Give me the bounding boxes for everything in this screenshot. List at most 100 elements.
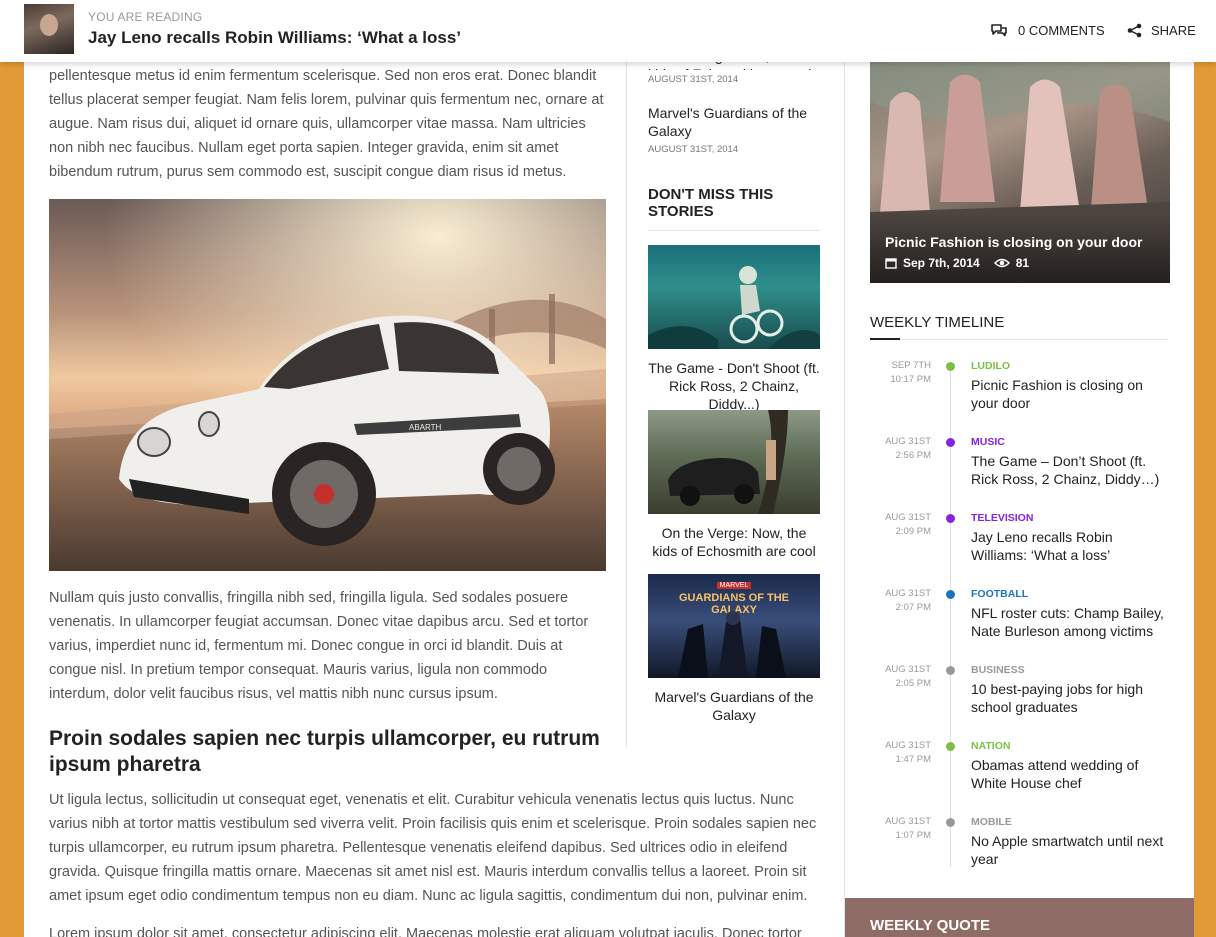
- comments-label: 0 COMMENTS: [1018, 22, 1105, 38]
- timeline-dot: [946, 666, 955, 675]
- weekly-quote-box: WEEKLY QUOTE: [845, 898, 1194, 937]
- timeline-category[interactable]: NATION: [971, 740, 1010, 752]
- timeline-dot: [946, 514, 955, 523]
- timeline-day: AUG 31ST: [885, 512, 931, 523]
- timeline-item[interactable]: AUG 31ST 2:56 PM MUSIC The Game – Don’t S…: [870, 435, 1170, 511]
- featured-post-meta: Sep 7th, 2014 81: [885, 256, 1029, 270]
- featured-post-views: 81: [1015, 256, 1030, 270]
- weekly-timeline-heading: WEEKLY TIMELINE: [870, 314, 1005, 331]
- article-subheading: Proin sodales sapien nec turpis ullamcor…: [49, 727, 600, 776]
- timeline-item[interactable]: AUG 31ST 1:07 PM MOBILE No Apple smartwat…: [870, 815, 1170, 891]
- timeline-headline[interactable]: No Apple smartwatch until next year: [971, 832, 1169, 868]
- timeline-item[interactable]: AUG 31ST 2:07 PM FOOTBALL NFL roster cuts…: [870, 587, 1170, 663]
- story-image[interactable]: [648, 245, 820, 349]
- timeline-dot: [946, 818, 955, 827]
- article-paragraph: Lorem ipsum dolor sit amet, consectetur …: [49, 926, 802, 937]
- story-caption[interactable]: On the Verge: Now, the kids of Echosmith…: [648, 524, 820, 560]
- story-image[interactable]: MARVEL GUARDIANS OF THE GALAXY: [648, 574, 820, 678]
- related-post-date: AUGUST 31ST, 2014: [648, 74, 739, 85]
- timeline-category[interactable]: BUSINESS: [971, 664, 1025, 676]
- related-post-title[interactable]: Marvel's Guardians of the Galaxy: [648, 104, 820, 140]
- timeline-day: AUG 31ST: [885, 436, 931, 447]
- story-card[interactable]: MARVEL GUARDIANS OF THE GALAXY Marvel's …: [648, 574, 820, 724]
- reading-title[interactable]: Jay Leno recalls Robin Williams: ‘What a…: [88, 28, 461, 48]
- featured-post-date: Sep 7th, 2014: [903, 256, 980, 270]
- comments-icon: [991, 24, 1007, 37]
- comments-button[interactable]: 0 COMMENTS: [990, 20, 1105, 40]
- timeline-item[interactable]: AUG 31ST 2:05 PM BUSINESS 10 best-paying …: [870, 663, 1170, 739]
- timeline-time: 2:09 PM: [895, 526, 931, 537]
- car-forest-illustration: [668, 410, 788, 514]
- story-card[interactable]: On the Verge: Now, the kids of Echosmith…: [648, 410, 820, 560]
- timeline-time: 2:56 PM: [895, 450, 931, 461]
- article-paragraph: Ut ligula lectus, sollicitudin ut conseq…: [49, 792, 817, 904]
- timeline-dot: [946, 438, 955, 447]
- timeline-time: 1:47 PM: [895, 754, 931, 765]
- timeline-category[interactable]: MUSIC: [971, 436, 1005, 448]
- timeline-time: 1:07 PM: [895, 830, 931, 841]
- timeline-headline[interactable]: Picnic Fashion is closing on your door: [971, 376, 1169, 412]
- timeline-date: AUG 31ST 2:07 PM: [870, 587, 931, 615]
- car-logo-text: ABARTH: [409, 423, 442, 432]
- timeline-dot: [946, 362, 955, 371]
- calendar-icon: [885, 258, 897, 269]
- story-caption[interactable]: Marvel's Guardians of the Galaxy: [648, 688, 820, 724]
- timeline-dot: [946, 742, 955, 751]
- share-label: SHARE: [1151, 22, 1196, 38]
- underwater-biker-illustration: [648, 266, 820, 349]
- timeline-category[interactable]: FOOTBALL: [971, 588, 1028, 600]
- eye-icon: [993, 258, 1010, 268]
- article-car-image: ABARTH: [49, 199, 606, 571]
- featured-post-card[interactable]: Picnic Fashion is closing on your door S…: [870, 62, 1170, 283]
- related-post[interactable]: Marvel's Guardians of the Galaxy AUGUST …: [648, 104, 820, 155]
- timeline-date: AUG 31ST 1:07 PM: [870, 815, 931, 843]
- reading-bar: YOU ARE READING Jay Leno recalls Robin W…: [0, 0, 1216, 62]
- related-post-date: AUGUST 31ST, 2014: [648, 144, 739, 155]
- share-button[interactable]: SHARE: [1127, 20, 1196, 40]
- timeline-item[interactable]: AUG 31ST 1:47 PM NATION Obamas attend wed…: [870, 739, 1170, 815]
- article-paragraph: pellentesque metus id enim fermentum sce…: [49, 68, 604, 180]
- timeline-day: AUG 31ST: [885, 816, 931, 827]
- timeline-headline[interactable]: Obamas attend wedding of White House che…: [971, 756, 1169, 792]
- timeline-category[interactable]: TELEVISION: [971, 512, 1033, 524]
- story-card[interactable]: The Game - Don't Shoot (ft. Rick Ross, 2…: [648, 245, 820, 413]
- timeline-date: AUG 31ST 1:47 PM: [870, 739, 931, 767]
- timeline-headline[interactable]: The Game – Don’t Shoot (ft. Rick Ross, 2…: [971, 452, 1169, 488]
- timeline-time: 2:07 PM: [895, 602, 931, 613]
- dont-miss-heading: DON'T MISS THIS STORIES: [648, 186, 820, 231]
- article-paragraph: Nullam quis justo convallis, fringilla n…: [49, 590, 589, 702]
- right-sidebar: Picnic Fashion is closing on your door S…: [844, 62, 1194, 937]
- story-caption[interactable]: The Game - Don't Shoot (ft. Rick Ross, 2…: [648, 359, 820, 413]
- related-column: On the Verge: Now, the kids of Echosmith…: [626, 52, 820, 748]
- timeline-date: SEP 7TH 10:17 PM: [870, 359, 931, 387]
- timeline-day: AUG 31ST: [885, 664, 931, 675]
- heading-underline: [870, 338, 900, 340]
- reading-kicker: YOU ARE READING: [88, 10, 203, 24]
- reading-thumbnail[interactable]: [24, 4, 74, 54]
- timeline-headline[interactable]: NFL roster cuts: Champ Bailey, Nate Burl…: [971, 604, 1169, 640]
- right-background-strip: [1194, 0, 1216, 937]
- timeline-date: AUG 31ST 2:05 PM: [870, 663, 931, 691]
- story-image[interactable]: [648, 410, 820, 514]
- timeline-day: AUG 31ST: [885, 588, 931, 599]
- car-illustration: ABARTH: [49, 199, 606, 571]
- timeline-time: 10:17 PM: [890, 374, 931, 385]
- timeline-day: SEP 7TH: [891, 360, 931, 371]
- timeline-date: AUG 31ST 2:09 PM: [870, 511, 931, 539]
- timeline-headline[interactable]: Jay Leno recalls Robin Williams: ‘What a…: [971, 528, 1169, 564]
- timeline-item[interactable]: SEP 7TH 10:17 PM LUDILO Picnic Fashion is…: [870, 359, 1170, 435]
- timeline-headline[interactable]: 10 best-paying jobs for high school grad…: [971, 680, 1169, 716]
- page-content: pellentesque metus id enim fermentum sce…: [24, 0, 1194, 937]
- timeline-day: AUG 31ST: [885, 740, 931, 751]
- weekly-quote-heading: WEEKLY QUOTE: [870, 917, 991, 934]
- left-background-strip: [0, 0, 24, 937]
- timeline-date: AUG 31ST 2:56 PM: [870, 435, 931, 463]
- timeline-item[interactable]: AUG 31ST 2:09 PM TELEVISION Jay Leno reca…: [870, 511, 1170, 587]
- share-icon: [1127, 23, 1142, 37]
- featured-post-title[interactable]: Picnic Fashion is closing on your door: [885, 234, 1142, 250]
- timeline-time: 2:05 PM: [895, 678, 931, 689]
- timeline-category[interactable]: LUDILO: [971, 360, 1010, 372]
- thumbnail-portrait: [40, 14, 58, 36]
- heading-divider: [870, 339, 1168, 340]
- timeline-category[interactable]: MOBILE: [971, 816, 1012, 828]
